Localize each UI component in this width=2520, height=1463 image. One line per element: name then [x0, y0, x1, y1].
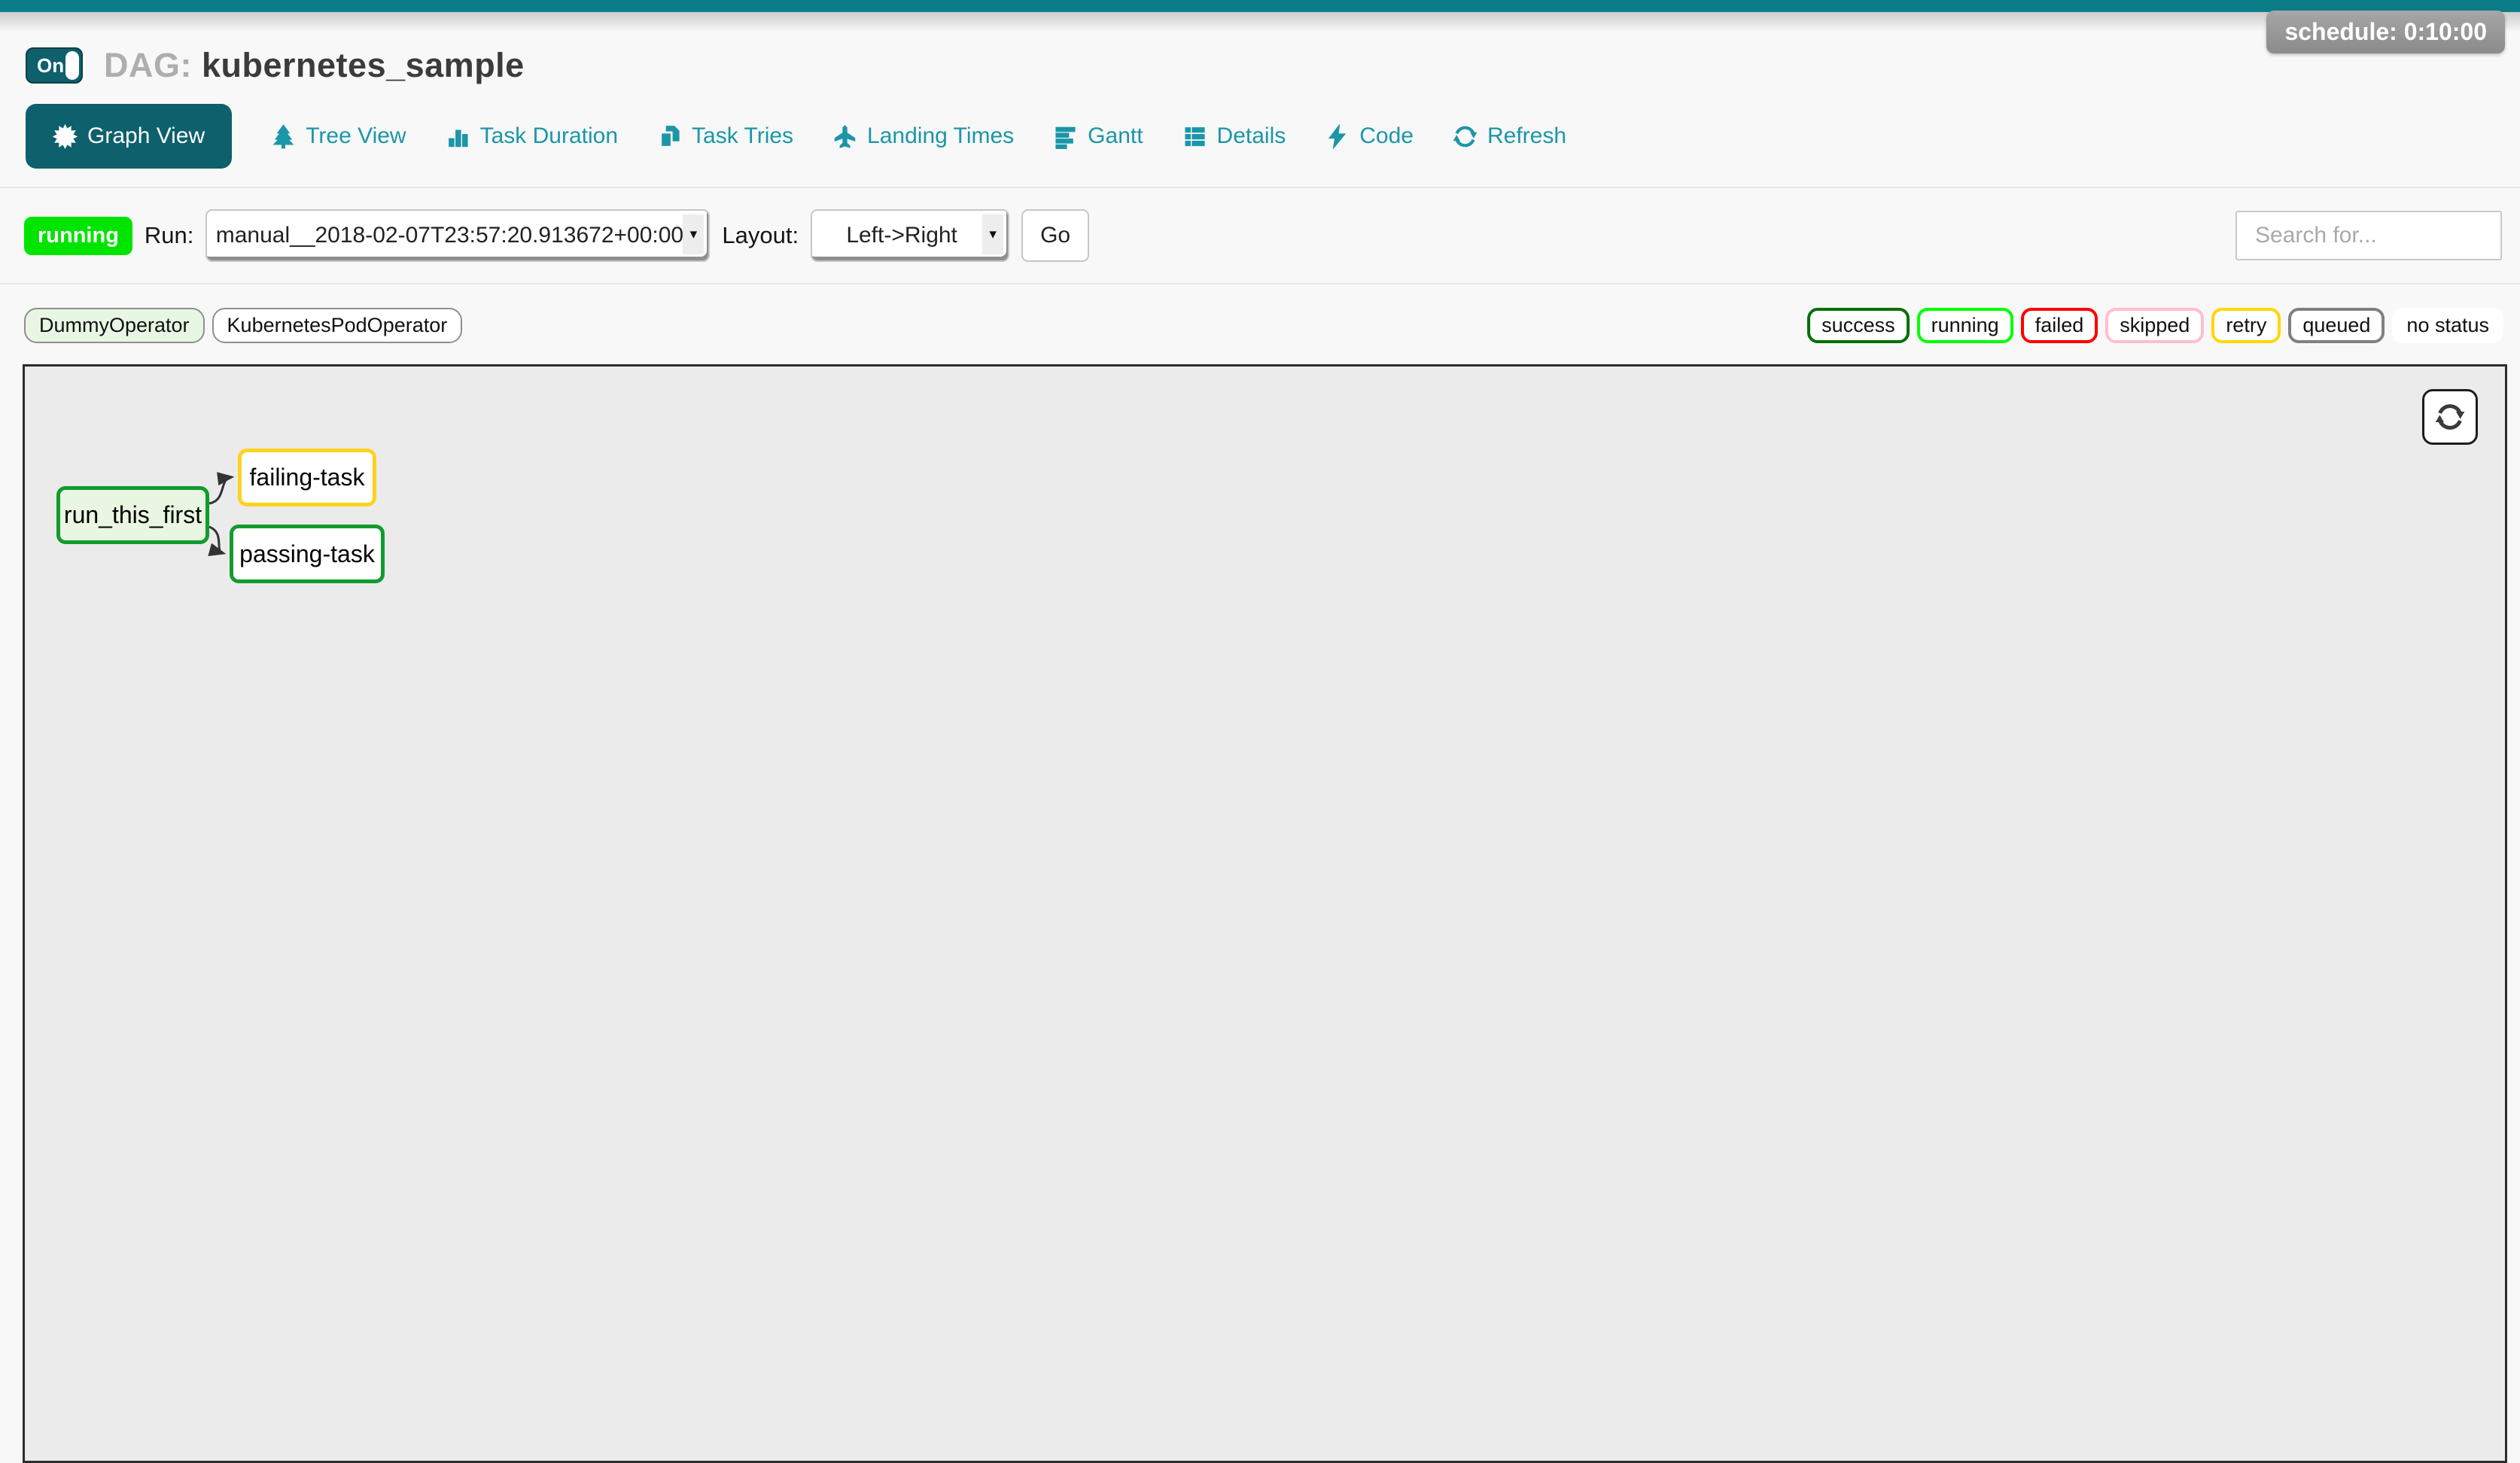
operator-badge-kubernetes-pod-operator: KubernetesPodOperator: [212, 308, 463, 343]
dag-graph-canvas[interactable]: run_this_first failing-task passing-task: [23, 364, 2507, 1463]
legend-row: DummyOperator KubernetesPodOperator succ…: [24, 307, 2503, 343]
divider: [0, 187, 2520, 188]
th-list-icon: [1182, 124, 1207, 149]
dag-prefix-label: DAG:: [104, 46, 192, 84]
status-badge-queued[interactable]: queued: [2288, 308, 2385, 343]
dag-run-state-badge: running: [24, 217, 132, 255]
certificate-icon: [53, 124, 78, 149]
task-node-run-this-first[interactable]: run_this_first: [56, 486, 209, 544]
search-input[interactable]: [2235, 211, 2502, 260]
top-shadow: [0, 12, 2520, 32]
schedule-badge: schedule: 0:10:00: [2266, 11, 2505, 53]
tab-label: Details: [1217, 123, 1286, 149]
tab-label: Refresh: [1487, 123, 1566, 149]
tab-tree-view[interactable]: Tree View: [271, 123, 406, 149]
divider: [0, 283, 2520, 284]
run-label: Run:: [145, 222, 193, 249]
plane-icon: [832, 124, 857, 149]
refresh-icon: [1453, 124, 1478, 149]
chevron-down-icon: ▾: [982, 214, 1003, 254]
refresh-icon: [2435, 402, 2465, 432]
tab-task-tries[interactable]: Task Tries: [657, 123, 793, 149]
tab-label: Graph View: [87, 123, 205, 149]
tab-label: Gantt: [1088, 123, 1143, 149]
run-controls: running Run: manual__2018-02-07T23:57:20…: [24, 209, 2502, 262]
tab-details[interactable]: Details: [1182, 123, 1286, 149]
operator-badge-dummy-operator: DummyOperator: [24, 308, 205, 343]
graph-refresh-button[interactable]: [2422, 389, 2478, 445]
dag-header: On DAG: kubernetes_sample: [26, 39, 2520, 92]
status-legend: success running failed skipped retry que…: [1807, 308, 2503, 343]
tab-label: Landing Times: [867, 123, 1014, 149]
layout-select[interactable]: Left->Right ▾: [811, 209, 1009, 262]
status-badge-skipped[interactable]: skipped: [2105, 308, 2204, 343]
chevron-down-icon: ▾: [683, 214, 704, 254]
align-left-icon: [1053, 124, 1078, 149]
tree-icon: [271, 124, 296, 149]
run-select-value: manual__2018-02-07T23:57:20.913672+00:00: [196, 223, 720, 248]
copy-files-icon: [657, 124, 682, 149]
bolt-icon: [1325, 124, 1350, 149]
layout-select-value: Left->Right: [826, 223, 994, 248]
tab-gantt[interactable]: Gantt: [1053, 123, 1143, 149]
status-badge-failed[interactable]: failed: [2021, 308, 2098, 343]
task-node-failing-task[interactable]: failing-task: [238, 449, 376, 506]
go-button[interactable]: Go: [1021, 209, 1089, 262]
tab-label: Code: [1359, 123, 1414, 149]
status-badge-success[interactable]: success: [1807, 308, 1910, 343]
edge-run-this-first-to-failing-task: [209, 477, 231, 503]
tab-label: Tree View: [306, 123, 406, 149]
run-select[interactable]: manual__2018-02-07T23:57:20.913672+00:00…: [205, 209, 710, 262]
page-title: DAG: kubernetes_sample: [104, 46, 525, 85]
dag-on-off-toggle[interactable]: On: [26, 47, 83, 84]
toggle-on-label: On: [37, 54, 64, 78]
task-node-passing-task[interactable]: passing-task: [230, 525, 385, 583]
status-badge-retry[interactable]: retry: [2211, 308, 2281, 343]
toggle-knob[interactable]: [65, 51, 79, 80]
tab-code[interactable]: Code: [1325, 123, 1414, 149]
tab-label: Task Duration: [480, 123, 618, 149]
dag-name: kubernetes_sample: [202, 46, 525, 84]
status-badge-running[interactable]: running: [1917, 308, 2013, 343]
view-tabs: Graph View Tree View Task Duration Task …: [26, 104, 2520, 169]
tab-label: Task Tries: [692, 123, 793, 149]
tab-refresh[interactable]: Refresh: [1453, 123, 1566, 149]
tab-landing-times[interactable]: Landing Times: [832, 123, 1014, 149]
bar-chart-icon: [446, 124, 470, 149]
top-brand-bar: [0, 0, 2520, 12]
edge-run-this-first-to-passing-task: [209, 527, 223, 553]
status-badge-no-status: no status: [2392, 308, 2503, 343]
layout-label: Layout:: [722, 222, 799, 249]
tab-graph-view[interactable]: Graph View: [26, 104, 232, 169]
tab-task-duration[interactable]: Task Duration: [446, 123, 618, 149]
